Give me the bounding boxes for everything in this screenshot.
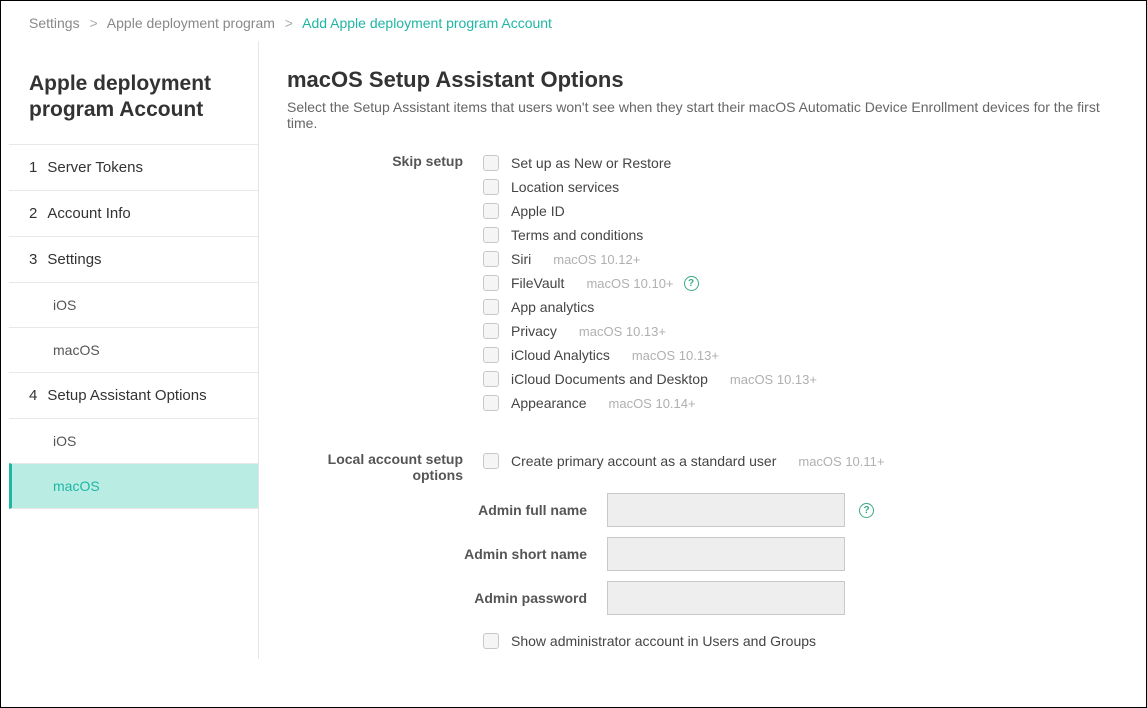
option-label: FileVault	[511, 275, 564, 291]
sidebar-item-server-tokens[interactable]: 1 Server Tokens	[9, 144, 258, 190]
sidebar-item-label: Setup Assistant Options	[47, 387, 206, 404]
sidebar-subitem-settings-macos[interactable]: macOS	[9, 327, 258, 372]
admin-full-name-label: Admin full name	[287, 501, 607, 519]
breadcrumb-separator-icon: >	[89, 15, 97, 31]
option-label: Siri	[511, 251, 531, 267]
option-appearance[interactable]: Appearance macOS 10.14+	[483, 391, 1126, 415]
sidebar-subitem-sao-ios[interactable]: iOS	[9, 418, 258, 463]
option-label: Apple ID	[511, 203, 565, 219]
option-label: iCloud Documents and Desktop	[511, 371, 708, 387]
option-apple-id[interactable]: Apple ID	[483, 199, 1126, 223]
admin-short-name-label: Admin short name	[287, 545, 607, 563]
sidebar-item-label: Server Tokens	[47, 159, 143, 176]
option-label: Location services	[511, 179, 619, 195]
checkbox[interactable]	[483, 395, 499, 411]
option-hint: macOS 10.13+	[632, 348, 719, 363]
option-label: Create primary account as a standard use…	[511, 453, 776, 469]
option-create-primary-standard-user[interactable]: Create primary account as a standard use…	[483, 449, 1126, 473]
option-app-analytics[interactable]: App analytics	[483, 295, 1126, 319]
checkbox[interactable]	[483, 347, 499, 363]
option-show-admin-account[interactable]: Show administrator account in Users and …	[483, 633, 1126, 649]
skip-setup-label: Skip setup	[287, 151, 483, 169]
option-label: Set up as New or Restore	[511, 155, 671, 171]
option-set-up-new-or-restore[interactable]: Set up as New or Restore	[483, 151, 1126, 175]
option-hint: macOS 10.14+	[609, 396, 696, 411]
checkbox[interactable]	[483, 251, 499, 267]
admin-password-label: Admin password	[287, 589, 607, 607]
breadcrumb-adp[interactable]: Apple deployment program	[107, 15, 275, 31]
page-subtitle: Select the Setup Assistant items that us…	[287, 99, 1126, 131]
checkbox[interactable]	[483, 179, 499, 195]
option-privacy[interactable]: Privacy macOS 10.13+	[483, 319, 1126, 343]
sidebar-item-setup-assistant-options[interactable]: 4 Setup Assistant Options	[9, 372, 258, 418]
admin-password-input[interactable]	[607, 581, 845, 615]
admin-short-name-input[interactable]	[607, 537, 845, 571]
sidebar-subitem-sao-macos[interactable]: macOS	[9, 463, 258, 509]
help-icon[interactable]: ?	[859, 503, 874, 518]
skip-setup-options: Set up as New or Restore Location servic…	[483, 151, 1126, 415]
sidebar-title: Apple deployment program Account	[9, 61, 258, 144]
sidebar-item-label: Settings	[47, 251, 101, 268]
step-number: 1	[29, 159, 37, 176]
option-label: App analytics	[511, 299, 594, 315]
checkbox[interactable]	[483, 203, 499, 219]
checkbox[interactable]	[483, 633, 499, 649]
option-label: Privacy	[511, 323, 557, 339]
checkbox[interactable]	[483, 371, 499, 387]
help-icon[interactable]: ?	[684, 276, 699, 291]
main-content: macOS Setup Assistant Options Select the…	[259, 41, 1146, 659]
option-hint: macOS 10.12+	[553, 252, 640, 267]
option-location-services[interactable]: Location services	[483, 175, 1126, 199]
option-icloud-documents-desktop[interactable]: iCloud Documents and Desktop macOS 10.13…	[483, 367, 1126, 391]
breadcrumb-settings[interactable]: Settings	[29, 15, 80, 31]
breadcrumb-add-account: Add Apple deployment program Account	[302, 15, 552, 31]
page-title: macOS Setup Assistant Options	[287, 67, 1126, 93]
option-label: iCloud Analytics	[511, 347, 610, 363]
checkbox[interactable]	[483, 155, 499, 171]
checkbox[interactable]	[483, 275, 499, 291]
checkbox[interactable]	[483, 453, 499, 469]
sidebar-item-account-info[interactable]: 2 Account Info	[9, 190, 258, 236]
checkbox[interactable]	[483, 299, 499, 315]
step-number: 3	[29, 251, 37, 268]
checkbox[interactable]	[483, 227, 499, 243]
sidebar: Apple deployment program Account 1 Serve…	[1, 41, 259, 659]
option-hint: macOS 10.10+	[586, 276, 673, 291]
option-hint: macOS 10.13+	[730, 372, 817, 387]
option-icloud-analytics[interactable]: iCloud Analytics macOS 10.13+	[483, 343, 1126, 367]
local-account-setup-label: Local account setup options	[287, 449, 483, 483]
step-number: 2	[29, 205, 37, 222]
option-terms-and-conditions[interactable]: Terms and conditions	[483, 223, 1126, 247]
sidebar-item-settings[interactable]: 3 Settings	[9, 236, 258, 282]
option-hint: macOS 10.11+	[798, 454, 884, 469]
breadcrumb: Settings > Apple deployment program > Ad…	[1, 1, 1146, 41]
checkbox[interactable]	[483, 323, 499, 339]
sidebar-subitem-settings-ios[interactable]: iOS	[9, 282, 258, 327]
admin-full-name-input[interactable]	[607, 493, 845, 527]
option-label: Terms and conditions	[511, 227, 643, 243]
option-hint: macOS 10.13+	[579, 324, 666, 339]
option-label: Appearance	[511, 395, 587, 411]
sidebar-item-label: Account Info	[47, 205, 130, 222]
option-siri[interactable]: Siri macOS 10.12+	[483, 247, 1126, 271]
option-filevault[interactable]: FileVault macOS 10.10+ ?	[483, 271, 1126, 295]
step-number: 4	[29, 387, 37, 404]
option-label: Show administrator account in Users and …	[511, 633, 816, 649]
breadcrumb-separator-icon: >	[285, 15, 293, 31]
